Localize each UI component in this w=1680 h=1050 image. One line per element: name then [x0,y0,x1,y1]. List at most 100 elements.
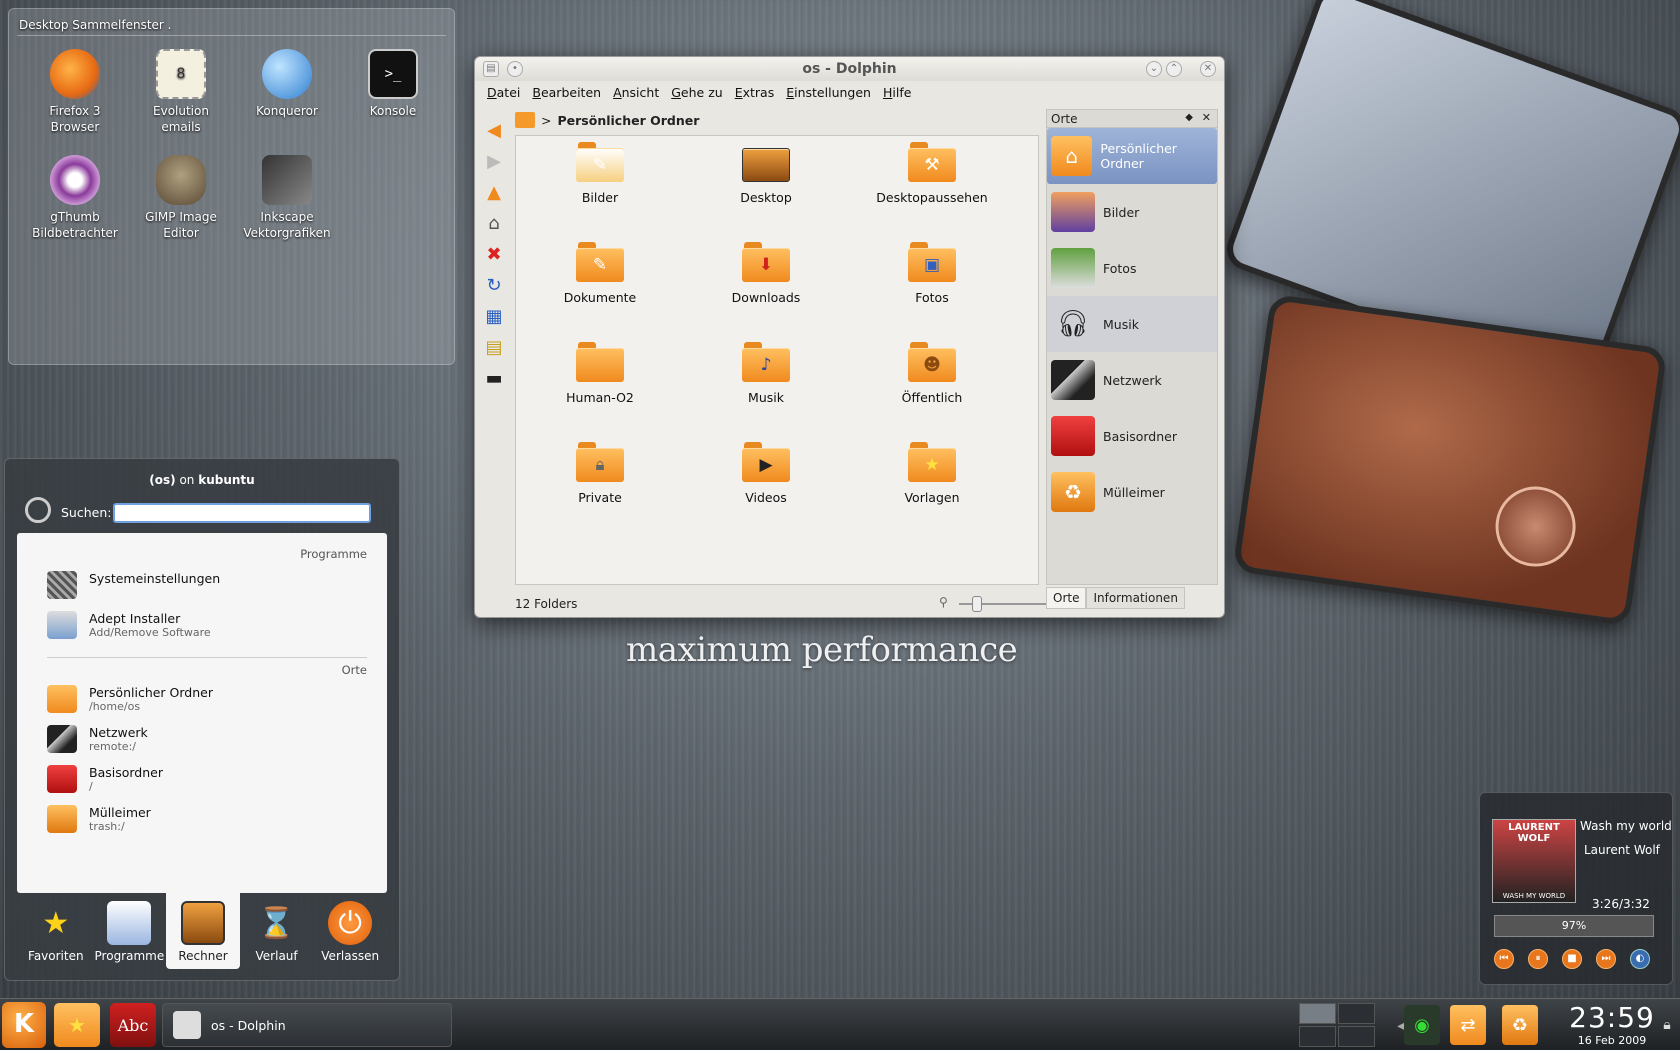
folder-item[interactable]: 🔒︎ Private [516,442,684,505]
places-item-music[interactable]: 🎧︎ Musik [1047,296,1217,352]
pager-desktop-1[interactable] [1299,1003,1336,1024]
folder-item[interactable]: ⚒ Desktopaussehen [848,142,1016,205]
close-icon[interactable]: ✕ [1200,61,1216,77]
zoom-slider-handle[interactable] [972,596,982,612]
menu-datei[interactable]: Datei [483,85,528,105]
kickoff-item-systemsettings[interactable]: Systemeinstellungen [47,571,220,599]
breadcrumb[interactable]: > Persönlicher Ordner [515,109,699,131]
close-icon[interactable]: ✕ [1202,111,1211,124]
reload-icon[interactable]: ↻ [481,272,507,298]
titlebar[interactable]: ▤ • os - Dolphin ⌄ ⌃ ✕ [475,57,1224,81]
konqueror-launcher[interactable]: Konqueror [237,49,337,119]
user-host-header: (os) on kubuntu [5,473,399,487]
gimp-launcher[interactable]: GIMP Image Editor [131,155,231,241]
volume-bar[interactable]: 97% [1494,915,1654,937]
folder-item[interactable]: ▶ Videos [682,442,850,505]
search-input[interactable] [113,503,371,523]
details-view-icon[interactable]: ▤ [481,334,507,360]
menu-bearbeiten[interactable]: Bearbeiten [528,85,609,105]
places-title: Orte [1051,112,1078,126]
kickoff-item-network[interactable]: Netzwerk remote:/ [47,725,148,753]
tab-verlauf[interactable]: ⌛ Verlauf [240,893,314,969]
tab-verlassen[interactable]: ⏻ Verlassen [313,893,387,969]
previous-icon[interactable]: ⏮ [1494,949,1514,969]
volume-icon[interactable]: ◐ [1630,949,1650,969]
trash-icon[interactable]: ♻ [1502,1005,1538,1045]
tab-label: Programme [94,949,165,963]
pager-desktop-3[interactable] [1299,1026,1336,1047]
pager-desktop-2[interactable] [1338,1003,1375,1024]
evolution-launcher[interactable]: 8 Evolution emails [131,49,231,135]
next-icon[interactable]: ⏭ [1596,949,1616,969]
folder-item[interactable]: ♪ Musik [682,342,850,405]
minimize-icon[interactable]: ⌄ [1146,61,1162,77]
kickoff-item-home[interactable]: Persönlicher Ordner/home/os [47,685,213,713]
places-item-root[interactable]: Basisordner [1047,408,1217,464]
globe-icon [262,49,312,99]
folder-item[interactable]: ★ Vorlagen [848,442,1016,505]
dictionary-icon[interactable]: Abc [110,1003,156,1047]
network-status-icon[interactable]: ◉ [1404,1005,1440,1045]
folder-item[interactable]: ▣ Fotos [848,242,1016,305]
places-item-network[interactable]: Netzwerk [1047,352,1217,408]
folder-item[interactable]: Desktop [682,142,850,205]
folder-item[interactable]: ☻ Öffentlich [848,342,1016,405]
pause-icon[interactable]: ⏸ [1528,949,1548,969]
home-icon[interactable]: ⌂ [481,210,507,236]
folder-item[interactable]: ⬇ Downloads [682,242,850,305]
zoom-out-icon[interactable]: ⚲ [939,595,948,609]
menu-hilfe[interactable]: Hilfe [879,85,919,105]
folder-item[interactable]: ✎ Dokumente [516,242,684,305]
tab-orte[interactable]: Orte [1046,587,1087,609]
file-view[interactable]: ✎ Bilder Desktop ⚒ Desktopaussehen ✎ Dokume… [515,135,1039,585]
inkscape-launcher[interactable]: Inkscape Vektorgrafiken [237,155,337,241]
desktop-folder-icon [742,142,790,182]
places-item-label: Basisordner [1103,428,1177,444]
tab-programme[interactable]: Programme [93,893,167,969]
item-subtitle: trash:/ [89,820,125,833]
task-dolphin[interactable]: os - Dolphin [162,1003,452,1047]
konsole-launcher[interactable]: >_ Konsole [343,49,443,119]
forward-arrow-icon[interactable]: ▶ [481,148,507,174]
up-arrow-icon[interactable]: ▲ [481,179,507,205]
song-title: Wash my world [1580,819,1672,833]
icons-view-icon[interactable]: ▦ [481,303,507,329]
places-item-trash[interactable]: ♻ Mülleimer [1047,464,1217,520]
breadcrumb-current[interactable]: Persönlicher Ordner [557,113,699,128]
kickoff-item-adept[interactable]: Adept Installer Add/Remove Software [47,611,211,639]
section-programs: Programme [300,547,367,561]
maximize-icon[interactable]: ⌃ [1166,61,1182,77]
pager-desktop-4[interactable] [1338,1026,1375,1047]
tab-favoriten[interactable]: ★ Favoriten [19,893,93,969]
kickoff-item-trash[interactable]: Mülleimer trash:/ [47,805,151,833]
desktop-pager[interactable] [1299,1003,1375,1047]
stop-icon[interactable]: ✖ [481,241,507,267]
red-folder-icon [47,765,77,793]
firefox-launcher[interactable]: Firefox 3 Browser [25,49,125,135]
clock[interactable]: 23:59 16 Feb 2009 [1564,1002,1660,1048]
back-arrow-icon[interactable]: ◀ [481,117,507,143]
terminal-icon[interactable]: ▬ [481,365,507,391]
monitor-picture-icon [1051,192,1095,232]
folder-item[interactable]: Human-O2 [516,342,684,405]
menu-ansicht[interactable]: Ansicht [609,85,667,105]
places-item-home[interactable]: ⌂ Persönlicher Ordner [1047,128,1217,184]
folder-star-icon[interactable]: ★ [54,1003,100,1047]
kickoff-item-root[interactable]: Basisordner / [47,765,163,793]
lock-icon[interactable]: 🔒︎ [1656,1005,1678,1045]
kde-menu-button[interactable]: K [2,1002,46,1048]
places-item-photos[interactable]: Fotos [1047,240,1217,296]
places-item-pictures[interactable]: Bilder [1047,184,1217,240]
device-notifier-icon[interactable]: ⇄ [1450,1005,1486,1045]
tab-rechner[interactable]: Rechner [166,893,240,969]
home-folder-icon[interactable] [515,112,535,128]
menu-einstellungen[interactable]: Einstellungen [782,85,879,105]
tab-informationen[interactable]: Informationen [1086,587,1185,609]
float-icon[interactable]: ◆ [1185,112,1193,123]
stop-icon[interactable]: ■ [1562,949,1582,969]
menu-extras[interactable]: Extras [731,85,783,105]
folder-item[interactable]: ✎ Bilder [516,142,684,205]
gthumb-launcher[interactable]: gThumb Bildbetrachter [25,155,125,241]
item-subtitle: / [89,780,93,793]
menu-gehe-zu[interactable]: Gehe zu [667,85,730,105]
